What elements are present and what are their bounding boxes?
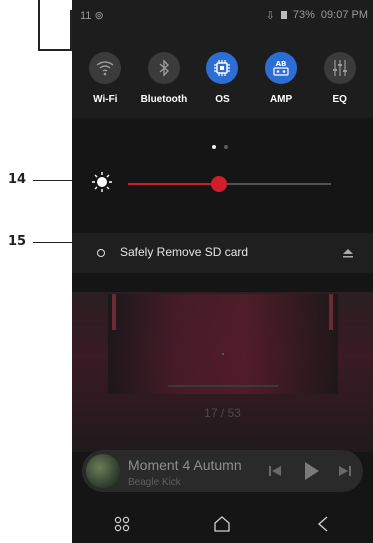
battery-icon <box>280 11 287 19</box>
callout-line-15 <box>33 242 73 243</box>
page-dot-1[interactable] <box>212 145 216 149</box>
wifi-icon <box>89 52 122 84</box>
sd-card-notification[interactable]: Safely Remove SD card <box>72 233 373 273</box>
notification-text: Safely Remove SD card <box>120 245 249 259</box>
toggle-eq[interactable]: EQ <box>312 52 368 105</box>
brightness-slider-fill <box>128 183 220 185</box>
callout-number-14: 14 <box>8 172 27 187</box>
equalizer-icon <box>323 52 356 84</box>
quick-settings-panel: 11 ⊚ ⇩ 73% 09:07 PM Wi-Fi Bluetooth OS A… <box>72 0 373 118</box>
bluetooth-icon <box>147 52 180 84</box>
apps-grid-icon[interactable] <box>102 509 142 539</box>
art-stripe-left <box>112 294 116 330</box>
bluetooth-label: Bluetooth <box>140 94 188 105</box>
wifi-label: Wi-Fi <box>93 94 118 105</box>
brightness-icon <box>90 170 114 194</box>
brightness-slider[interactable] <box>128 176 331 192</box>
amp-icon: AB <box>265 52 298 84</box>
home-icon[interactable] <box>202 509 242 539</box>
back-icon[interactable] <box>303 509 343 539</box>
amp-label: AMP <box>269 94 293 105</box>
status-icons-left: 11 ⊚ <box>80 9 104 22</box>
mini-player[interactable]: Moment 4 Autumn Beagle Kick <box>82 450 363 492</box>
download-icon: ⇩ <box>265 9 275 22</box>
next-track-icon[interactable] <box>336 462 354 480</box>
mini-player-album-art <box>86 454 120 488</box>
eq-label: EQ <box>332 94 347 105</box>
toggle-os[interactable]: OS <box>194 52 250 105</box>
svg-text:AB: AB <box>276 60 287 68</box>
callout-line-top-h <box>38 49 72 51</box>
now-playing-artist: Beagle Kick <box>128 477 181 488</box>
callout-number-15: 15 <box>8 234 27 249</box>
status-icons-right: ⇩ 73% 09:07 PM <box>266 9 368 22</box>
toggle-bluetooth[interactable]: Bluetooth <box>136 52 192 105</box>
album-art-background <box>108 294 338 394</box>
chip-icon <box>206 52 239 84</box>
previous-track-icon[interactable] <box>266 462 284 480</box>
play-icon[interactable] <box>300 460 322 482</box>
art-stripe-right <box>329 294 333 330</box>
device-screen: 17 / 53 11 ⊚ ⇩ 73% 09:07 PM Wi-Fi Blueto… <box>72 0 373 543</box>
os-label: OS <box>215 94 230 105</box>
now-playing-title: Moment 4 Autumn <box>128 457 242 473</box>
brightness-slider-knob[interactable] <box>211 176 228 192</box>
notification-status-icon <box>97 249 105 257</box>
center-dot <box>222 353 224 355</box>
battery-percent: 73% <box>292 9 315 21</box>
status-bar: 11 ⊚ ⇩ 73% 09:07 PM <box>80 8 368 22</box>
callout-line-top-v <box>38 0 40 50</box>
eject-icon[interactable] <box>341 246 355 260</box>
progress-separator <box>168 385 278 387</box>
navigation-bar <box>72 505 373 543</box>
quick-toggles-row: Wi-Fi Bluetooth OS AB AMP EQ <box>72 52 373 105</box>
page-dot-2[interactable] <box>224 145 228 149</box>
toggle-amp[interactable]: AB AMP <box>253 52 309 105</box>
toggle-wifi[interactable]: Wi-Fi <box>77 52 133 105</box>
page-indicator <box>212 145 228 149</box>
track-counter: 17 / 53 <box>204 406 241 420</box>
clock: 09:07 PM <box>320 9 368 21</box>
